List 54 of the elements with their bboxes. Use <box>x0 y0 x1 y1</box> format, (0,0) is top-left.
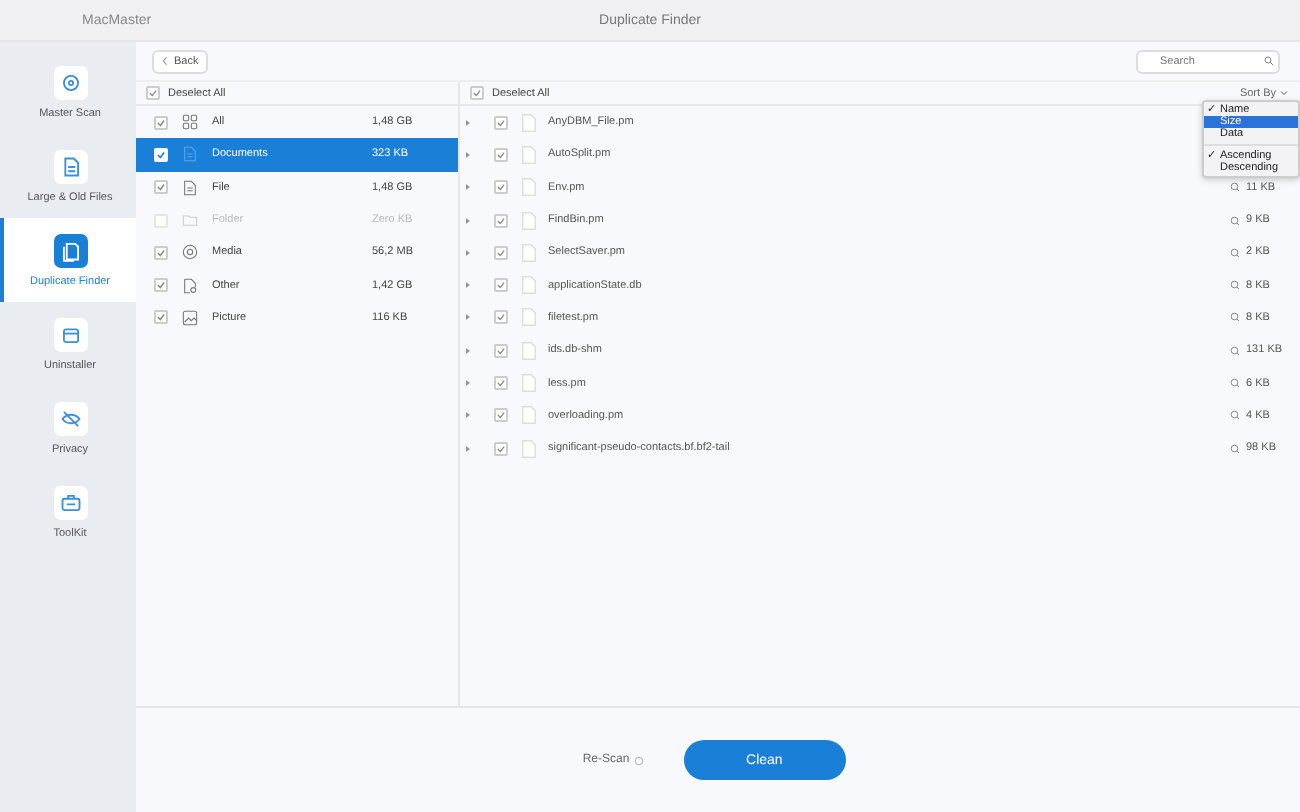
checkbox[interactable] <box>494 408 508 423</box>
checkbox[interactable] <box>154 180 168 195</box>
checkbox[interactable] <box>494 147 508 162</box>
checkbox[interactable] <box>154 278 168 293</box>
folder-icon <box>182 212 198 229</box>
box-icon <box>53 317 87 351</box>
checkbox[interactable] <box>494 376 508 391</box>
document-icon <box>182 179 198 196</box>
toolbox-icon <box>53 485 87 519</box>
media-icon <box>182 244 198 261</box>
search-icon <box>1264 56 1274 66</box>
expand-arrow-icon[interactable] <box>466 217 470 224</box>
search-icon[interactable] <box>1230 378 1240 389</box>
checkbox[interactable] <box>470 86 484 100</box>
expand-arrow-icon[interactable] <box>466 445 470 452</box>
hidden-eye-icon <box>53 401 87 435</box>
search-icon[interactable] <box>1230 247 1240 258</box>
checkbox[interactable] <box>154 245 168 260</box>
image-icon <box>182 309 198 326</box>
chevron-left-icon <box>162 56 168 66</box>
search-icon[interactable] <box>1230 182 1240 193</box>
expand-arrow-icon[interactable] <box>466 282 470 289</box>
checkbox[interactable] <box>494 278 508 293</box>
expand-arrow-icon[interactable] <box>466 314 470 321</box>
checkbox[interactable] <box>494 441 508 456</box>
checkbox[interactable] <box>494 115 508 130</box>
checkbox[interactable] <box>146 86 160 100</box>
checkbox[interactable] <box>494 343 508 358</box>
checkbox[interactable] <box>494 245 508 260</box>
checkbox[interactable] <box>154 310 168 325</box>
search-icon[interactable] <box>1230 345 1240 356</box>
expand-arrow-icon[interactable] <box>466 380 470 387</box>
grid-icon <box>182 114 198 131</box>
document-icon <box>53 149 87 183</box>
checkbox[interactable] <box>494 310 508 325</box>
checkbox[interactable] <box>494 213 508 228</box>
expand-arrow-icon[interactable] <box>466 249 470 256</box>
search-icon[interactable] <box>1230 280 1240 291</box>
search-icon[interactable] <box>1230 410 1240 421</box>
search-icon[interactable] <box>1230 443 1240 454</box>
checkbox[interactable] <box>494 180 508 195</box>
expand-arrow-icon[interactable] <box>466 151 470 158</box>
expand-arrow-icon[interactable] <box>466 412 470 419</box>
document-icon <box>182 146 198 163</box>
documents-icon <box>53 233 87 267</box>
search-file-icon <box>182 277 198 294</box>
checkbox[interactable] <box>154 115 168 130</box>
search-icon[interactable] <box>1230 215 1240 226</box>
expand-arrow-icon[interactable] <box>466 184 470 191</box>
expand-arrow-icon[interactable] <box>466 347 470 354</box>
target-icon <box>53 65 87 99</box>
expand-arrow-icon[interactable] <box>466 119 470 126</box>
search-icon[interactable] <box>1230 312 1240 323</box>
caret-icon <box>1280 90 1288 96</box>
